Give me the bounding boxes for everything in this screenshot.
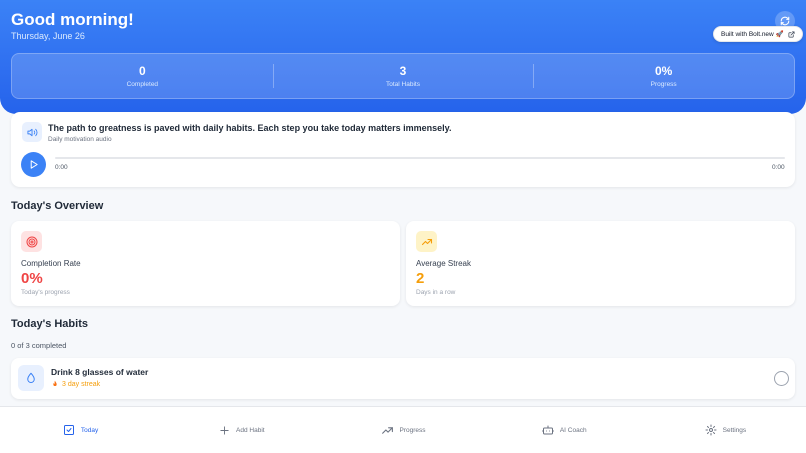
nav-add-habit[interactable]: Add Habit (161, 407, 322, 453)
nav-ai-coach[interactable]: AI Coach (484, 407, 645, 453)
greeting-title: Good morning! (11, 10, 134, 29)
completion-rate-sub: Today's progress (21, 289, 70, 296)
stat-completed: 0 Completed (12, 54, 273, 98)
habit-name: Drink 8 glasses of water (51, 367, 149, 377)
audio-current-time: 0:00 (55, 164, 68, 171)
average-streak-value: 2 (416, 270, 425, 287)
motivation-audio-card: The path to greatness is paved with dail… (11, 112, 795, 187)
bot-icon (541, 425, 554, 435)
nav-label: Settings (722, 426, 747, 434)
speaker-icon (26, 128, 37, 136)
average-streak-label: Average Streak (416, 259, 471, 268)
audio-total-time: 0:00 (772, 164, 785, 171)
completion-rate-label: Completion Rate (21, 259, 81, 268)
stat-label: Completed (126, 81, 159, 88)
motivation-quote: The path to greatness is paved with dail… (48, 123, 452, 133)
average-streak-sub: Days in a row (416, 289, 456, 296)
average-streak-icon-wrap (416, 231, 437, 252)
habits-heading: Today's Habits (11, 318, 88, 330)
header: Good morning! Thursday, June 26 Built wi… (0, 0, 806, 114)
audio-subtitle: Daily motivation audio (48, 136, 112, 143)
stat-value: 0 (138, 64, 146, 78)
built-with-bolt-link[interactable]: Built with Bolt.new 🚀 (713, 26, 803, 42)
stat-label: Progress (650, 81, 677, 88)
stat-total-habits: 3 Total Habits (272, 54, 534, 98)
bottom-nav: Today Add Habit Progress AI Coach Settin… (0, 406, 806, 453)
gear-icon (705, 424, 717, 436)
habit-streak-label: 3 day streak (62, 380, 101, 388)
play-icon (30, 160, 38, 169)
habit-icon-wrap (18, 365, 44, 391)
average-streak-card: Average Streak 2 Days in a row (406, 221, 795, 306)
completion-rate-value: 0% (21, 270, 43, 287)
external-link-icon (788, 31, 795, 37)
flame-icon (53, 380, 57, 386)
bolt-badge-label: Built with Bolt.new 🚀 (721, 31, 784, 38)
trending-up-icon (381, 426, 393, 434)
habit-streak: 3 day streak (51, 380, 100, 388)
habits-completed-count: 0 of 3 completed (11, 341, 67, 350)
nav-settings[interactable]: Settings (645, 407, 806, 453)
nav-progress[interactable]: Progress (322, 407, 483, 453)
trending-up-icon (421, 238, 432, 245)
overview-heading: Today's Overview (11, 200, 104, 212)
audio-progress-track[interactable] (55, 157, 785, 159)
stat-label: Total Habits (386, 81, 420, 88)
plus-icon (220, 425, 229, 435)
target-icon (26, 236, 37, 247)
water-drop-icon (27, 372, 35, 383)
completion-rate-card: Completion Rate 0% Today's progress (11, 221, 400, 306)
nav-label: Add Habit (236, 426, 265, 434)
completion-rate-icon-wrap (21, 231, 42, 252)
stat-value: 3 (399, 64, 407, 78)
check-square-icon (63, 425, 74, 435)
nav-label: Today (80, 426, 99, 434)
refresh-icon (780, 16, 790, 26)
speaker-button[interactable] (22, 122, 42, 142)
stats-summary: 0 Completed 3 Total Habits 0% Progress (11, 53, 795, 99)
nav-label: Progress (399, 426, 426, 434)
stat-value: 0% (655, 64, 673, 78)
current-date: Thursday, June 26 (11, 31, 85, 41)
habit-complete-checkbox[interactable] (774, 371, 789, 386)
stat-progress: 0% Progress (533, 54, 794, 98)
habit-item[interactable]: Drink 8 glasses of water 3 day streak (11, 358, 795, 399)
nav-today[interactable]: Today (0, 407, 161, 453)
nav-label: AI Coach (559, 426, 587, 434)
play-button[interactable] (21, 152, 46, 177)
